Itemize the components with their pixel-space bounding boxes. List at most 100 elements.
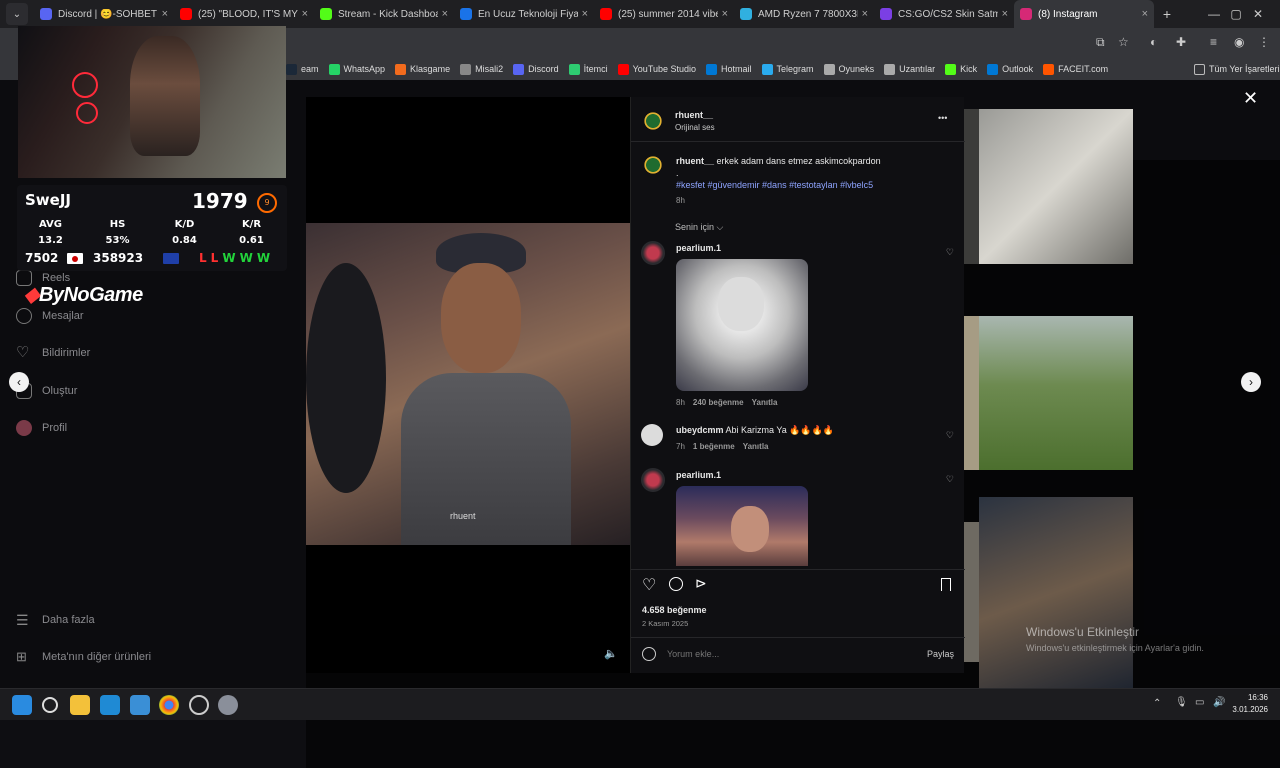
tab-close-icon[interactable]: × — [1142, 8, 1148, 20]
sidebar-item-notifications[interactable]: ♡ Bildirimler — [16, 345, 90, 361]
browser-tab[interactable]: Stream - Kick Dashboard × — [314, 0, 454, 28]
puzzle-icon[interactable]: ✚ — [1176, 35, 1186, 49]
share-icon[interactable]: ⊳ — [695, 575, 707, 592]
network-icon[interactable]: ▭ — [1195, 697, 1204, 708]
hashtags[interactable]: #kesfet #güvendemir #dans #testotaylan #… — [676, 180, 873, 190]
like-icon[interactable]: ♡ — [642, 575, 656, 595]
comment-gif[interactable] — [676, 486, 808, 566]
likes-count[interactable]: 4.658 beğenme — [642, 605, 707, 615]
obs-icon[interactable] — [189, 695, 209, 715]
comment-author[interactable]: pearlium.1 — [676, 470, 721, 480]
bookmark-item[interactable]: Discord — [513, 63, 559, 75]
tab-close-icon[interactable]: × — [862, 8, 868, 20]
install-app-icon[interactable]: ⧉ — [1096, 35, 1105, 50]
avatar[interactable] — [641, 109, 665, 133]
bookmark-item[interactable]: Telegram — [761, 63, 814, 75]
clock-time[interactable]: 16:36 — [1232, 693, 1268, 702]
outlook-icon[interactable] — [100, 695, 120, 715]
tab-close-icon[interactable]: × — [302, 8, 308, 20]
microphone-icon[interactable]: 🎙 — [1175, 697, 1188, 708]
tab-close-icon[interactable]: × — [162, 8, 168, 20]
file-explorer-icon[interactable] — [70, 695, 90, 715]
bookmark-item[interactable]: WhatsApp — [328, 63, 385, 75]
next-post-button[interactable]: › — [1241, 372, 1261, 392]
comment-author[interactable]: pearlium.1 — [676, 243, 721, 253]
like-comment-icon[interactable]: ♡ — [946, 474, 954, 485]
reel-video-player[interactable]: rhuent 🔈 — [306, 97, 630, 673]
comment-input[interactable] — [667, 647, 907, 661]
sidebar-item-more[interactable]: ☰ Daha fazla — [16, 612, 95, 628]
bookmark-item[interactable]: eam — [286, 63, 319, 75]
bookmark-item[interactable]: Oyuneks — [823, 63, 874, 75]
menu-icon[interactable]: ⋮ — [1258, 35, 1270, 49]
close-window-button[interactable]: ✕ — [1236, 0, 1280, 28]
grid-post-thumbnail[interactable] — [979, 316, 1133, 470]
bookmark-item[interactable]: Misali2 — [460, 63, 503, 75]
grid-post-thumbnail[interactable] — [964, 109, 979, 264]
grid-post-thumbnail[interactable] — [964, 316, 979, 470]
clock-date[interactable]: 3.01.2026 — [1222, 705, 1268, 714]
bookmark-item[interactable]: Klasgame — [395, 63, 450, 75]
all-bookmarks[interactable]: Tüm Yer İşaretleri — [1194, 63, 1280, 75]
browser-tab[interactable]: CS:GO/CS2 Skin Satma Gü × — [874, 0, 1014, 28]
emoji-icon[interactable] — [642, 647, 656, 661]
browser-tab[interactable]: (25) "BLOOD, IT'S MY BLO × — [174, 0, 314, 28]
bookmark-star-icon[interactable]: ☆ — [1118, 35, 1129, 49]
bookmark-item[interactable]: Outlook — [987, 63, 1033, 75]
bookmark-item[interactable]: YouTube Studio — [617, 63, 696, 75]
browser-tab[interactable]: (25) summer 2014 vibes - × — [594, 0, 734, 28]
bookmark-item[interactable]: İtemci — [568, 63, 608, 75]
post-comment-button[interactable]: Paylaş — [927, 649, 954, 659]
avatar[interactable] — [641, 153, 665, 177]
profile-icon[interactable]: ◉ — [1234, 35, 1244, 49]
previous-post-button[interactable]: ‹ — [9, 372, 29, 392]
bookmark-item[interactable]: FACEIT.com — [1043, 63, 1108, 75]
like-comment-icon[interactable]: ♡ — [946, 247, 954, 258]
bookmark-item[interactable]: Uzantılar — [884, 63, 935, 75]
grid-post-thumbnail[interactable] — [979, 497, 1133, 688]
sidebar-item-meta[interactable]: ⊞ Meta'nın diğer ürünleri — [16, 649, 151, 665]
post-author[interactable]: rhuent__ — [675, 110, 713, 120]
media-icon[interactable]: ≡ — [1210, 35, 1217, 49]
sidebar-item-messages[interactable]: Mesajlar — [16, 308, 84, 324]
avatar[interactable] — [641, 241, 665, 265]
sidebar-item-profile[interactable]: Profil — [16, 420, 67, 436]
browser-tab[interactable]: Discord | 😊-SOHBET × — [34, 0, 174, 28]
comment-likes[interactable]: 240 beğenme — [693, 398, 744, 407]
avatar[interactable] — [641, 424, 663, 446]
comment-gif[interactable] — [676, 259, 808, 391]
close-icon[interactable]: ✕ — [1243, 88, 1258, 109]
caption-author[interactable]: rhuent__ — [676, 156, 714, 166]
browser-tab[interactable]: En Ucuz Teknoloji Fiyatları × — [454, 0, 594, 28]
mute-icon[interactable]: 🔈 — [604, 647, 618, 660]
comment-icon[interactable] — [669, 577, 683, 591]
browser-tab[interactable]: (8) Instagram × — [1014, 0, 1154, 28]
settings-icon[interactable] — [218, 695, 238, 715]
tab-search-button[interactable]: ⌄ — [6, 3, 28, 25]
chrome-icon[interactable] — [159, 695, 179, 715]
more-options-icon[interactable]: ••• — [938, 113, 947, 123]
bookmark-item[interactable]: Hotmail — [706, 63, 752, 75]
store-icon[interactable] — [130, 695, 150, 715]
start-icon[interactable] — [12, 695, 32, 715]
tab-close-icon[interactable]: × — [582, 8, 588, 20]
audio-label[interactable]: Orijinal ses — [675, 123, 715, 132]
reply-button[interactable]: Yanıtla — [752, 398, 778, 407]
for-you-dropdown[interactable]: Senin için ⌵ — [675, 222, 723, 233]
like-comment-icon[interactable]: ♡ — [946, 430, 954, 441]
tray-chevron-icon[interactable]: ⌃ — [1153, 698, 1161, 709]
tab-close-icon[interactable]: × — [722, 8, 728, 20]
bookmark-item[interactable]: Kick — [945, 63, 977, 75]
save-icon[interactable] — [941, 578, 951, 591]
comment-author[interactable]: ubeydcmm — [676, 425, 724, 435]
avatar[interactable] — [641, 468, 665, 492]
search-icon[interactable] — [42, 697, 58, 713]
reply-button[interactable]: Yanıtla — [743, 442, 769, 451]
grid-post-thumbnail[interactable] — [979, 109, 1133, 264]
tab-close-icon[interactable]: × — [1002, 8, 1008, 20]
browser-tab[interactable]: AMD Ryzen 7 7800X3D İşl × — [734, 0, 874, 28]
grid-post-thumbnail[interactable] — [964, 522, 979, 662]
new-tab-button[interactable]: + — [1154, 6, 1180, 22]
tab-close-icon[interactable]: × — [442, 8, 448, 20]
extension-icon[interactable]: ◐ — [1150, 35, 1157, 49]
